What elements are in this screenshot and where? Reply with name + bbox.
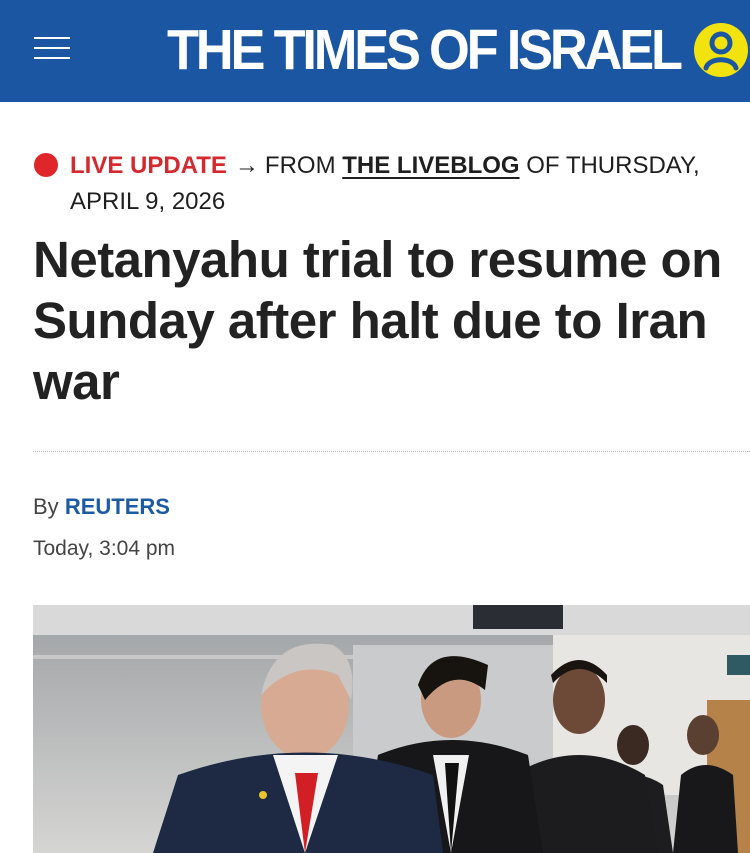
author-link[interactable]: REUTERS <box>65 494 170 519</box>
byline-prefix: By <box>33 494 59 519</box>
article-headline: Netanyahu trial to resume on Sunday afte… <box>33 231 722 410</box>
live-update-label: LIVE UPDATE <box>70 152 227 179</box>
liveblog-date: APRIL 9, 2026 <box>70 188 226 215</box>
user-account-icon[interactable] <box>693 21 749 79</box>
from-text: FROM <box>264 152 336 179</box>
site-header: THE TIMES OF ISRAEL <box>0 0 750 102</box>
live-dot-icon <box>34 153 58 177</box>
live-update-line: LIVE UPDATE → FROM THE LIVEBLOG OF THURSDA… <box>34 148 734 220</box>
site-logo[interactable]: THE TIMES OF ISRAEL <box>167 15 683 85</box>
byline: By REUTERS <box>33 492 170 522</box>
divider <box>33 451 750 452</box>
of-day-text: OF THURSDAY, <box>526 152 700 179</box>
hamburger-menu-icon[interactable] <box>34 33 70 63</box>
article-timestamp: Today, 3:04 pm <box>33 537 176 560</box>
article-photo[interactable] <box>33 605 750 853</box>
arrow-right-icon: → <box>234 152 259 179</box>
liveblog-link[interactable]: THE LIVEBLOG <box>342 152 519 179</box>
